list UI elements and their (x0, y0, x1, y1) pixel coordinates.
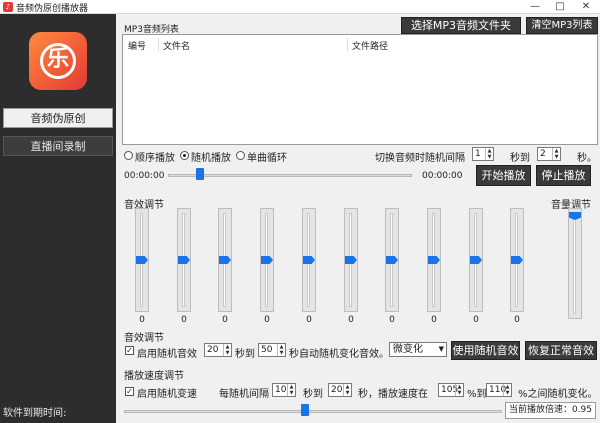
time-end: 00:00:00 (422, 171, 463, 181)
column-header-filename[interactable]: 文件名 (163, 39, 190, 52)
sidebar-item-live-record[interactable]: 直播间录制 (3, 136, 113, 156)
speed-enable-checkbox[interactable]: ✓ (125, 387, 134, 396)
speed-to-stepper[interactable]: 20 ▲ ▼ (328, 383, 352, 397)
minimize-button[interactable]: — (524, 0, 546, 14)
sidebar: 乐 音频伪原创 直播间录制 软件到期时间: (0, 14, 116, 423)
column-separator (158, 38, 159, 51)
speed-enable-label[interactable]: 启用随机变速 (137, 385, 197, 400)
radio-sequential-label[interactable]: 顺序播放 (135, 149, 175, 164)
effect-to-value[interactable]: 50 (261, 344, 272, 356)
stepper-arrows-icon[interactable]: ▲ ▼ (552, 148, 560, 160)
effect-to-label: 秒到 (235, 349, 255, 360)
column-separator (347, 38, 348, 51)
eq-band-value: 0 (222, 315, 228, 325)
stop-button[interactable]: 停止播放 (536, 165, 591, 186)
app-icon: ♪ (3, 2, 13, 12)
chevron-down-icon[interactable]: ▼ (439, 343, 444, 356)
sidebar-item-audio-pseudo[interactable]: 音频伪原创 (3, 108, 113, 128)
column-header-index[interactable]: 编号 (128, 39, 146, 52)
eq-band-value: 0 (431, 315, 437, 325)
speed-min-stepper[interactable]: 105 ▲ ▼ (438, 383, 464, 397)
effect-from-value[interactable]: 20 (207, 344, 218, 356)
speed-to-value[interactable]: 20 (331, 384, 342, 396)
play-button[interactable]: 开始播放 (476, 165, 531, 186)
interval-to-value[interactable]: 2 (540, 148, 546, 160)
interval-from-stepper[interactable]: 1 ▲ ▼ (472, 147, 494, 161)
speed-to-label: 秒到 (303, 389, 323, 400)
effect-from-stepper[interactable]: 20 ▲ ▼ (204, 343, 232, 357)
eq-band-value: 0 (139, 315, 145, 325)
maximize-button[interactable]: □ (549, 0, 571, 14)
volume-groove (573, 213, 576, 314)
speed-slider-thumb[interactable] (301, 404, 309, 416)
effect-enable-checkbox[interactable]: ✓ (125, 346, 134, 355)
speed-mid-label: 秒，播放速度在 (358, 389, 428, 400)
speed-max-stepper[interactable]: 110 ▲ ▼ (486, 383, 512, 397)
effect-enable-label[interactable]: 启用随机音效 (137, 345, 197, 360)
progress-track[interactable] (168, 174, 412, 177)
radio-single-loop-label[interactable]: 单曲循环 (247, 149, 287, 164)
eq-band-value: 0 (181, 315, 187, 325)
stepper-arrows-icon[interactable]: ▲ ▼ (343, 384, 351, 396)
window-title: 音频伪原创播放器 (16, 4, 89, 14)
effect-suffix: 秒自动随机变化音效。 (289, 349, 389, 360)
speed-suffix: %之间随机变化。 (518, 389, 598, 400)
stepper-arrows-icon[interactable]: ▲ ▼ (287, 384, 295, 396)
eq-band-value: 0 (389, 315, 395, 325)
radio-sequential[interactable] (124, 151, 133, 160)
interval-from-value[interactable]: 1 (475, 148, 481, 160)
speed-min-to-label: %到 (467, 389, 487, 400)
interval-to-label: 秒到 (510, 153, 530, 164)
use-random-effect-button[interactable]: 使用随机音效 (451, 341, 520, 360)
speed-from-value[interactable]: 10 (275, 384, 286, 396)
radio-random-label[interactable]: 随机播放 (191, 149, 231, 164)
title-bar: ♪ 音频伪原创播放器 — □ ✕ (0, 0, 600, 14)
eq-band-value: 0 (473, 315, 479, 325)
effect-to-stepper[interactable]: 50 ▲ ▼ (258, 343, 286, 357)
radio-single-loop[interactable] (236, 151, 245, 160)
interval-to-stepper[interactable]: 2 ▲ ▼ (537, 147, 561, 161)
clear-list-button[interactable]: 清空MP3列表 (526, 17, 598, 34)
radio-random[interactable] (180, 151, 189, 160)
effect-mode-select[interactable]: 微变化 ▼ (389, 342, 447, 357)
close-button[interactable]: ✕ (575, 0, 597, 14)
stepper-arrows-icon[interactable]: ▲ ▼ (277, 344, 285, 356)
effect-title: 音效调节 (124, 333, 164, 344)
interval-unit-label: 秒。 (577, 153, 597, 164)
logo-glyph: 乐 (46, 47, 69, 72)
interval-label: 切换音频时随机间隔 (375, 153, 465, 164)
speed-every-label: 每随机间隔 (219, 389, 269, 400)
stepper-arrows-icon[interactable]: ▲ ▼ (223, 344, 231, 356)
speed-from-stepper[interactable]: 10 ▲ ▼ (272, 383, 296, 397)
time-start: 00:00:00 (124, 171, 165, 181)
current-rate-display: 当前播放倍速：0.95 (505, 402, 596, 419)
eq-band-value: 0 (264, 315, 270, 325)
eq-band-value: 0 (306, 315, 312, 325)
speed-slider-track[interactable] (124, 410, 502, 413)
select-folder-button[interactable]: 选择MP3音频文件夹 (401, 17, 521, 34)
column-header-filepath[interactable]: 文件路径 (352, 39, 388, 52)
playlist-table[interactable]: 编号 文件名 文件路径 (122, 34, 598, 145)
stepper-arrows-icon[interactable]: ▲ ▼ (503, 384, 511, 396)
progress-thumb[interactable] (196, 168, 204, 180)
eq-band-value: 0 (514, 315, 520, 325)
volume-slider[interactable] (568, 208, 582, 319)
app-logo-icon: 乐 (29, 32, 87, 90)
speed-title: 播放速度调节 (124, 371, 184, 382)
effect-mode-value[interactable]: 微变化 (393, 344, 423, 355)
restore-effect-button[interactable]: 恢复正常音效 (525, 341, 597, 360)
stepper-arrows-icon[interactable]: ▲ ▼ (485, 148, 493, 160)
eq-band-value: 0 (348, 315, 354, 325)
expire-label: 软件到期时间: (3, 408, 67, 419)
stepper-arrows-icon[interactable]: ▲ ▼ (455, 384, 463, 396)
